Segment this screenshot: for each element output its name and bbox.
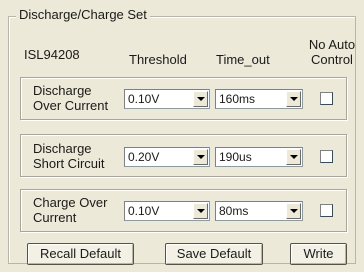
discharge-over-current-label: Discharge Over Current: [33, 83, 123, 113]
chevron-down-icon[interactable]: [286, 91, 301, 107]
coc-timeout-value: 80ms: [219, 204, 249, 218]
chevron-down-icon[interactable]: [193, 203, 208, 219]
row-label-line2: Over Current: [33, 98, 109, 113]
row-label-line2: Short Circuit: [33, 156, 105, 171]
dsc-timeout-select[interactable]: 190us: [215, 147, 303, 167]
dsc-no-auto-checkbox[interactable]: [320, 150, 333, 163]
dsc-threshold-select[interactable]: 0.20V: [124, 147, 210, 167]
charge-over-current-label: Charge Over Current: [33, 195, 123, 225]
threshold-header: Threshold: [129, 52, 187, 67]
chevron-down-icon[interactable]: [193, 149, 208, 165]
timeout-header: Time_out: [216, 52, 270, 67]
panel-title: Discharge/Charge Set: [16, 7, 150, 23]
coc-threshold-value: 0.10V: [128, 204, 160, 218]
row-label-line2: Current: [33, 210, 77, 225]
chevron-down-icon[interactable]: [286, 203, 301, 219]
discharge-short-circuit-label: Discharge Short Circuit: [33, 141, 123, 171]
write-button[interactable]: Write: [290, 243, 347, 265]
chevron-down-icon[interactable]: [193, 91, 208, 107]
doc-threshold-select[interactable]: 0.10V: [124, 89, 210, 109]
no-auto-control-header: No Auto Control: [302, 37, 362, 67]
row-label-line1: Charge Over: [33, 195, 108, 210]
charge-over-current-group: Charge Over Current 0.10V 80ms: [20, 189, 347, 232]
dsc-timeout-value: 190us: [219, 150, 252, 164]
coc-threshold-select[interactable]: 0.10V: [124, 201, 210, 221]
recall-default-button[interactable]: Recall Default: [27, 243, 134, 265]
device-label: ISL94208: [24, 47, 80, 62]
doc-timeout-select[interactable]: 160ms: [215, 89, 303, 109]
doc-timeout-value: 160ms: [219, 92, 256, 106]
chevron-down-icon[interactable]: [286, 149, 301, 165]
doc-no-auto-checkbox[interactable]: [320, 92, 333, 105]
doc-threshold-value: 0.10V: [128, 92, 160, 106]
discharge-short-circuit-group: Discharge Short Circuit 0.20V 190us: [20, 134, 347, 177]
row-label-line1: Discharge: [33, 141, 92, 156]
no-auto-header-line1: No Auto: [308, 37, 356, 52]
dsc-threshold-value: 0.20V: [128, 150, 160, 164]
no-auto-header-line2: Control: [311, 52, 353, 67]
coc-no-auto-checkbox[interactable]: [320, 204, 333, 217]
coc-timeout-select[interactable]: 80ms: [215, 201, 303, 221]
discharge-over-current-group: Discharge Over Current 0.10V 160ms: [20, 77, 347, 120]
save-default-button[interactable]: Save Default: [165, 243, 263, 265]
row-label-line1: Discharge: [33, 83, 92, 98]
